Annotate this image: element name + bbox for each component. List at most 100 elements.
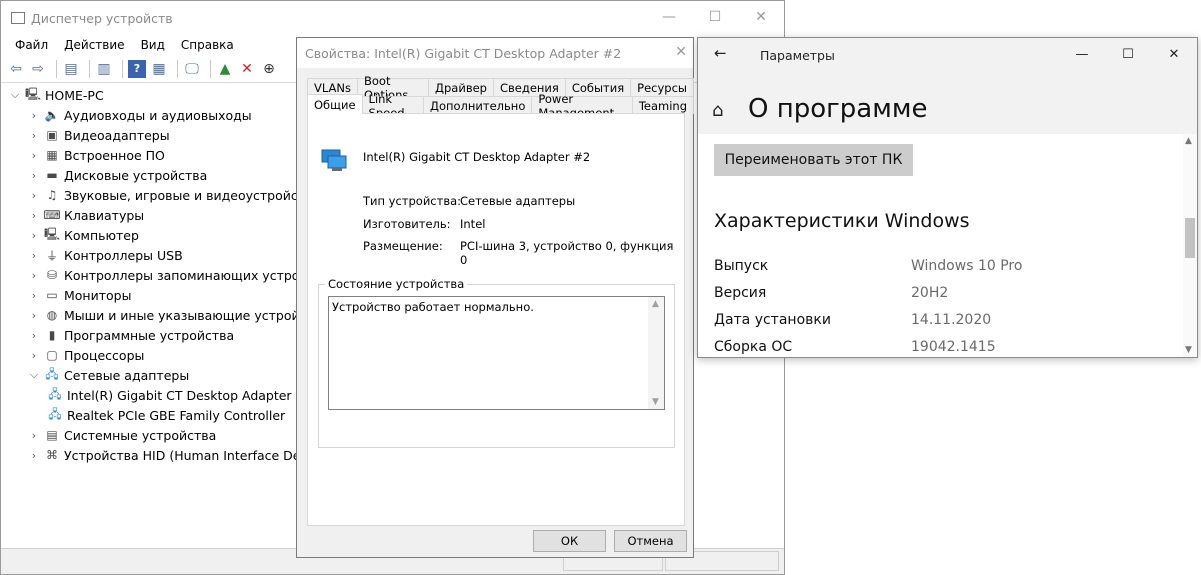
help-icon[interactable]: ? (128, 59, 146, 78)
cancel-button[interactable]: Отмена (614, 530, 687, 552)
chevron-right-icon[interactable]: › (26, 189, 42, 202)
tab-row-back: VLANs Boot Options Драйвер Сведения Собы… (307, 74, 694, 102)
audio-icon: 🔈 (44, 108, 60, 122)
properties-icon[interactable]: ▥ (95, 60, 113, 78)
chevron-right-icon[interactable]: › (26, 249, 42, 262)
rename-pc-button[interactable]: Переименовать этот ПК (714, 144, 913, 176)
tab-general[interactable]: Общие (307, 94, 363, 114)
chevron-right-icon[interactable]: › (26, 329, 42, 342)
toolbar-separator (122, 59, 123, 78)
device-status-group: Состояние устройства Устройство работает… (318, 277, 675, 448)
tab-driver[interactable]: Драйвер (428, 78, 494, 96)
manufacturer-label: Изготовитель: (363, 217, 451, 231)
computer-icon: 🖳 (25, 86, 42, 101)
scrollbar-thumb[interactable] (1185, 218, 1195, 258)
tab-resources[interactable]: Ресурсы (630, 78, 694, 96)
forward-arrow-icon[interactable]: ⇨ (29, 60, 47, 78)
tree-item-label: Intel(R) Gigabit CT Desktop Adapter #2 (67, 387, 314, 403)
close-icon[interactable]: ✕ (675, 44, 687, 60)
scroll-down-icon[interactable]: ▼ (652, 397, 659, 407)
menu-file[interactable]: Файл (7, 38, 56, 52)
properties-dialog: Свойства: Intel(R) Gigabit CT Desktop Ad… (296, 37, 694, 558)
chevron-right-icon[interactable]: › (26, 449, 42, 462)
cpu-icon: ▢ (46, 348, 58, 362)
disk-icon: ▬ (46, 168, 58, 182)
chevron-down-icon[interactable]: ⌵ (7, 88, 23, 102)
windows-specs-heading: Характеристики Windows (714, 210, 970, 232)
firmware-icon: ▦ (46, 148, 58, 162)
tree-item-label: Мыши и иные указывающие устройства (64, 307, 329, 323)
computer-icon: 🖳 (44, 226, 61, 241)
chevron-right-icon[interactable]: › (26, 289, 42, 302)
settings-window: ← Параметры — ☐ ✕ ⌂ О программе Переимен… (697, 37, 1198, 358)
os-build-label: Сборка ОС (714, 339, 793, 355)
device-type-label: Тип устройства: (363, 194, 462, 208)
chevron-right-icon[interactable]: › (26, 129, 42, 142)
device-type-value: Сетевые адаптеры (460, 194, 576, 208)
tree-item-label: Realtek PCIe GBE Family Controller (67, 407, 286, 423)
tree-item-label: Клавиатуры (64, 207, 145, 223)
chevron-right-icon[interactable]: › (26, 349, 42, 362)
manufacturer-value: Intel (460, 217, 486, 231)
device-status-scrollbar[interactable]: ▲ ▼ (648, 297, 664, 409)
scroll-up-icon[interactable]: ▲ (1185, 136, 1192, 146)
tree-item-label: Компьютер (64, 227, 139, 243)
tree-item-label: Процессоры (64, 347, 145, 363)
menu-help[interactable]: Справка (173, 38, 242, 52)
settings-caption-buttons: — ☐ ✕ (1059, 38, 1197, 70)
toolbar-separator (210, 59, 211, 78)
device-status-text: Устройство работает нормально. (332, 300, 534, 314)
tab-link-speed[interactable]: Link Speed (361, 92, 424, 120)
scan-hardware-icon[interactable]: 🖵 (183, 60, 201, 78)
maximize-icon[interactable]: ☐ (1105, 38, 1151, 70)
maximize-icon[interactable]: ☐ (692, 1, 738, 33)
settings-scrollbar[interactable]: ▲ ▼ (1183, 134, 1197, 357)
menu-view[interactable]: Вид (133, 38, 173, 52)
back-arrow-icon[interactable]: ⇦ (7, 60, 25, 78)
software-device-icon: ▮ (48, 328, 56, 342)
tree-item-label: Звуковые, игровые и видеоустройства (64, 187, 321, 203)
location-label: Размещение: (363, 239, 443, 253)
scroll-down-icon[interactable]: ▼ (1185, 345, 1192, 355)
chevron-right-icon[interactable]: › (26, 309, 42, 322)
chevron-right-icon[interactable]: › (26, 209, 42, 222)
ok-button[interactable]: ОК (533, 530, 606, 552)
usb-icon: ⏚ (45, 248, 58, 263)
chevron-right-icon[interactable]: › (26, 269, 42, 282)
tab-teaming[interactable]: Teaming (631, 96, 694, 114)
chevron-right-icon[interactable]: › (26, 429, 42, 442)
tree-item-label: Системные устройства (64, 427, 217, 443)
scroll-up-icon[interactable]: ▲ (652, 299, 659, 309)
minimize-icon[interactable]: — (1059, 38, 1105, 70)
device-status-legend: Состояние устройства (325, 277, 468, 291)
chevron-down-icon[interactable]: ⌵ (26, 368, 42, 382)
close-icon[interactable]: ✕ (1151, 38, 1197, 70)
uninstall-icon[interactable]: ✕ (238, 60, 256, 78)
network-adapter-icon: 🖧 (45, 366, 59, 381)
network-adapter-icon (321, 149, 347, 171)
chevron-right-icon[interactable]: › (26, 149, 42, 162)
chevron-right-icon[interactable]: › (26, 169, 42, 182)
close-icon[interactable]: ✕ (738, 1, 784, 33)
general-tab-pane: Intel(R) Gigabit CT Desktop Adapter #2 Т… (307, 113, 685, 526)
disable-device-icon[interactable]: ⊕ (260, 60, 278, 78)
tree-item-label: Программные устройства (64, 327, 235, 343)
tree-item-label: Видеоадаптеры (64, 127, 170, 143)
menu-action[interactable]: Действие (56, 38, 132, 52)
device-name: Intel(R) Gigabit CT Desktop Adapter #2 (363, 150, 591, 164)
version-label: Версия (714, 285, 767, 301)
minimize-icon[interactable]: — (646, 1, 692, 33)
chevron-right-icon[interactable]: › (26, 229, 42, 242)
view-icon[interactable]: ▦ (150, 60, 168, 78)
update-driver-icon[interactable]: ▲ (216, 60, 234, 78)
tab-advanced[interactable]: Дополнительно (422, 96, 533, 114)
console-tree-icon[interactable]: ▤ (62, 60, 80, 78)
home-icon[interactable]: ⌂ (712, 100, 723, 121)
keyboard-icon: ⌨ (43, 208, 61, 222)
device-status-textbox[interactable]: Устройство работает нормально. ▲ ▼ (328, 296, 665, 410)
tab-power-management[interactable]: Power Management (531, 92, 633, 120)
mouse-icon: ◍ (46, 308, 58, 322)
toolbar-separator (177, 59, 178, 78)
back-arrow-icon[interactable]: ← (714, 44, 727, 62)
chevron-right-icon[interactable]: › (26, 109, 42, 122)
